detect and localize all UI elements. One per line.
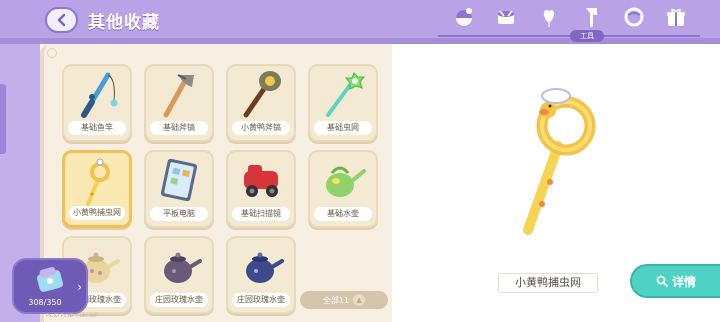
tab-float[interactable] xyxy=(618,2,650,32)
scanner-icon xyxy=(244,165,278,197)
balloon-icon xyxy=(543,10,554,27)
item-label: 小黄鸭斧镐 xyxy=(232,121,290,135)
item-card-selected[interactable]: 小黄鸭捕虫网 xyxy=(62,150,132,228)
footer-id-text: Px.ID Px.ID ...abcdef xyxy=(46,313,97,319)
swim-ring-icon xyxy=(624,7,644,27)
item-card[interactable]: 基础鱼竿 xyxy=(62,64,132,142)
item-card[interactable]: 庄园玫瑰水壶 xyxy=(226,236,296,314)
gift-box-icon xyxy=(666,8,685,26)
axe-icon xyxy=(163,74,194,118)
details-button[interactable]: 详情 xyxy=(630,264,720,298)
watering-can-icon xyxy=(326,166,366,197)
item-label: 平板电脑 xyxy=(150,207,208,221)
item-label: 庄园玫瑰水壶 xyxy=(232,293,290,307)
tab-toy[interactable] xyxy=(448,2,480,32)
tab-balloon[interactable] xyxy=(533,2,565,32)
item-grid: 基础鱼竿 基础斧镐 小黄鸭斧镐 基础虫网 小黄鸭捕虫网 平板电脑 基础扫描镜 基… xyxy=(62,64,382,314)
duck-axe-icon xyxy=(243,71,281,118)
details-button-label: 详情 xyxy=(671,274,696,289)
item-card[interactable]: 基础扫描镜 xyxy=(226,150,296,228)
fishing-rod-icon xyxy=(81,72,118,118)
bug-net-icon xyxy=(326,72,366,117)
bag-capacity: 308/350 xyxy=(28,298,62,307)
chevron-right-icon: › xyxy=(77,280,82,294)
backpack-icon xyxy=(36,267,64,292)
filter-count-pill[interactable]: 全部11 ▲ xyxy=(300,291,388,309)
active-tab-label: 工具 xyxy=(570,30,604,42)
back-arrow-icon xyxy=(57,13,65,27)
item-label: 基础水壶 xyxy=(314,207,372,221)
duck-bug-net-icon xyxy=(523,88,596,235)
back-button[interactable] xyxy=(45,7,78,33)
filter-label: 全部11 xyxy=(322,295,350,305)
item-card[interactable]: 基础虫网 xyxy=(308,64,378,142)
capsule-icon xyxy=(456,8,472,26)
backpack-widget[interactable]: › 308/350 xyxy=(12,258,88,314)
item-label: 小黄鸭捕虫网 xyxy=(69,206,125,220)
item-card[interactable]: 基础斧镐 xyxy=(144,64,214,142)
item-label: 庄园玫瑰水壶 xyxy=(150,293,208,307)
item-card[interactable]: 庄园玫瑰水壶 xyxy=(144,236,214,314)
tab-drum[interactable] xyxy=(490,2,522,32)
panel-corner-ornament xyxy=(47,48,57,58)
tab-gift[interactable] xyxy=(660,2,692,32)
item-card[interactable]: 基础水壶 xyxy=(308,150,378,228)
duck-bug-net-icon xyxy=(86,158,110,206)
item-label: 基础扫描镜 xyxy=(232,207,290,221)
blue-teapot-icon xyxy=(246,252,284,283)
preview-item-name: 小黄鸭捕虫网 xyxy=(498,273,598,293)
side-handle xyxy=(0,84,6,154)
chevron-up-icon: ▲ xyxy=(353,294,366,306)
item-card[interactable]: 平板电脑 xyxy=(144,150,214,228)
item-label: 基础斧镐 xyxy=(150,121,208,135)
page-title: 其他收藏 xyxy=(88,13,160,33)
item-label: 基础鱼竿 xyxy=(68,121,126,135)
axe-icon xyxy=(586,8,598,27)
tab-tool[interactable] xyxy=(575,2,607,32)
tab-underline xyxy=(438,35,700,37)
dark-teapot-icon xyxy=(164,252,202,283)
item-card[interactable]: 小黄鸭斧镐 xyxy=(226,64,296,142)
drum-icon xyxy=(498,10,515,24)
tablet-icon xyxy=(160,158,198,202)
search-icon xyxy=(656,275,668,287)
item-label: 基础虫网 xyxy=(314,121,372,135)
